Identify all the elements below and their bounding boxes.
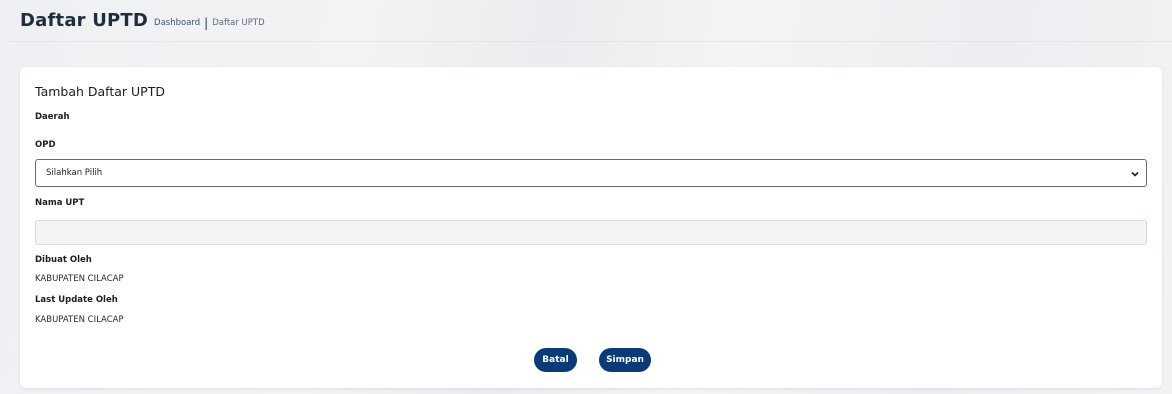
- breadcrumb-separator: |: [204, 16, 209, 30]
- page: Daftar UPTD Dashboard | Daftar UPTD Tamb…: [0, 0, 1172, 394]
- opd-selected-value: Silahkan Pilih: [46, 168, 103, 178]
- daerah-label: Daerah: [35, 112, 70, 122]
- page-header: Daftar UPTD Dashboard | Daftar UPTD: [10, 8, 1172, 42]
- dibuat-oleh-value: KABUPATEN CILACAP: [35, 274, 124, 284]
- simpan-button[interactable]: Simpan: [599, 348, 651, 372]
- form-title: Tambah Daftar UPTD: [35, 84, 165, 99]
- breadcrumb-current: Daftar UPTD: [212, 18, 265, 28]
- breadcrumb-dashboard-link[interactable]: Dashboard: [154, 18, 200, 28]
- page-title: Daftar UPTD: [20, 10, 149, 31]
- breadcrumb: Dashboard | Daftar UPTD: [154, 16, 265, 30]
- opd-select[interactable]: Silahkan Pilih: [35, 159, 1147, 187]
- last-update-value: KABUPATEN CILACAP: [35, 315, 124, 325]
- dibuat-oleh-label: Dibuat Oleh: [35, 255, 92, 265]
- last-update-label: Last Update Oleh: [35, 295, 118, 305]
- nama-upt-label: Nama UPT: [35, 198, 85, 208]
- form-card: Tambah Daftar UPTD Daerah OPD Silahkan P…: [20, 67, 1162, 388]
- nama-upt-input[interactable]: [35, 220, 1147, 245]
- batal-button[interactable]: Batal: [534, 348, 577, 372]
- opd-label: OPD: [35, 140, 56, 150]
- chevron-down-icon: [1131, 171, 1139, 177]
